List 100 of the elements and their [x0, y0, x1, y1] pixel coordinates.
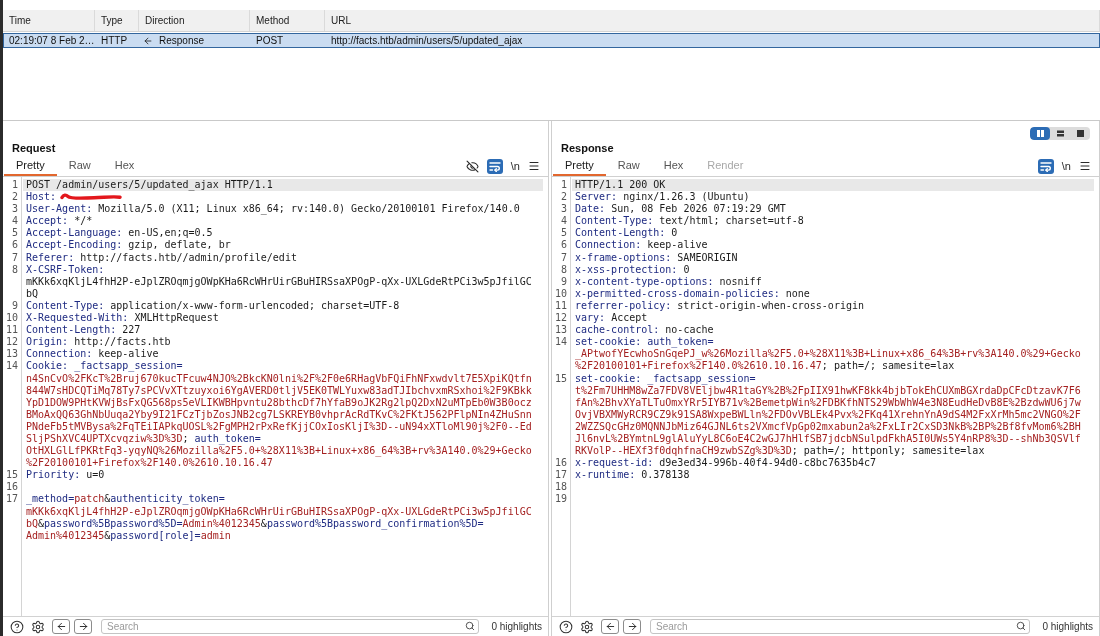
search-field[interactable]: Search — [650, 619, 1031, 634]
search-field[interactable]: Search — [101, 619, 480, 634]
line-number: 9 — [560, 275, 567, 288]
line-number: 17 — [554, 469, 567, 482]
code-line: x-content-type-options: nosniff — [575, 275, 762, 288]
code-line: OtHXLGlLfPKRtFq3-yqyNQ%26Mozilla%2F5.0+%28X11%3B+Linux+x86_64%3B+rv%3A140.0%29+Gecko — [26, 445, 532, 458]
column-header[interactable]: Type — [95, 10, 139, 31]
line-number: 3 — [11, 203, 18, 216]
arrow-right-icon — [77, 621, 89, 632]
code-line: SljPShXVC4UPTXcvqziw%3D%3D; auth_token= — [26, 432, 261, 446]
view-tab[interactable]: Raw — [56, 156, 103, 176]
arrow-left-icon — [55, 621, 67, 632]
column-header[interactable]: Method — [250, 10, 325, 31]
column-header[interactable]: Direction — [139, 10, 250, 31]
search-icon — [465, 621, 476, 631]
help-icon[interactable] — [559, 619, 573, 634]
history-row[interactable]: 02:19:07 8 Feb 2… HTTP Response POST http://facts.htb/admin/users/5/updated_ajax — [3, 33, 1100, 48]
code-line: %2F20100101+Firefox%2F140.0%2610.10.16.47; path=/; samesite=lax — [575, 360, 955, 373]
column-header[interactable]: URL — [325, 10, 1100, 31]
code-line: Referer: http://facts.htb//admin/profile/edit — [26, 251, 297, 264]
code-line: x-runtime: 0.378138 — [575, 469, 690, 482]
code-line: mKKk6xqKljL4fhH2P-eJplZROqmjgOWpKHa6RcWHrUirGBuHIRSsaXPOgP-qXx-UXLGdeRtPCi3w5pJfilGC — [26, 275, 532, 288]
settings-icon[interactable] — [31, 619, 45, 634]
code-line: x-request-id: d9e3ed34-996b-40f4-94d0-c8bc7635b4c7 — [575, 457, 877, 470]
newline-button[interactable]: \n — [510, 160, 520, 172]
two-columns-icon[interactable] — [1030, 127, 1050, 140]
code-line: BMoAxQQ63GhNbUuqa2Yby9I21FCzTjbZosJNB2cg7LSKREYB0vhprAcRdTKvC%2FKtJ562PFlpNIn4ZHuSnn — [26, 408, 532, 421]
highlight-count: 0 highlights — [491, 621, 542, 632]
newline-button[interactable]: \n — [1061, 160, 1071, 172]
code-line: %2F20100101+Firefox%2F140.0%2610.10.16.47 — [26, 457, 273, 470]
line-number: 10 — [5, 312, 18, 325]
line-number: 12 — [554, 312, 567, 325]
code-line: Date: Sun, 08 Feb 2026 07:19:29 GMT — [575, 203, 786, 216]
line-number: 17 — [5, 493, 18, 506]
code-line: Server: nginx/1.26.3 (Ubuntu) — [575, 191, 750, 204]
line-number: 7 — [11, 251, 18, 264]
forward-button[interactable] — [74, 619, 92, 634]
forward-button[interactable] — [623, 619, 641, 634]
line-number: 10 — [554, 287, 567, 300]
code-line: Jl6nvL%2BYmtnL9glAluYyL8C6oE4C2wGJ7hHlfSB7jdcbNSulpdFkhA5I0UWs5Y4nRP8%3D--shNb3QSVlf — [575, 432, 1081, 446]
wrap-lines-icon[interactable] — [1037, 158, 1054, 174]
eye-slash-icon[interactable] — [465, 159, 479, 173]
line-number: 6 — [11, 239, 18, 252]
code-line: Content-Type: text/html; charset=utf-8 — [575, 215, 804, 228]
code-line: Accept: */* — [26, 215, 93, 228]
code-line: x-xss-protection: 0 — [575, 263, 690, 276]
line-number: 14 — [554, 336, 567, 349]
code-line: Content-Type: application/x-www-form-urlencoded; charset=UTF-8 — [26, 299, 400, 313]
column-header[interactable]: Time — [3, 10, 95, 31]
code-line: 2WZZSQcGHz0MQNNJbMiz64GJNL6ts2VXmcfVpGp02mxabun2a%2FxLIr2CxSD3NkB%2BP%2Bf8fvMom6%2BH — [575, 420, 1081, 433]
code-line: n4SnCvO%2FKcT%2Bruj670kucTFcuw4NJO%2BkcKN0lni%2F%2F0e6RHagVbFQiFhNFxwdvlt7E5XpiKQtfn — [26, 372, 532, 385]
back-button[interactable] — [52, 619, 70, 634]
line-number: 14 — [5, 360, 18, 373]
line-number: 11 — [554, 299, 567, 313]
code-line: _APtwofYEcwhoSnGqePJ_w%26Mozilla%2F5.0+%28X11%3B+Linux+x86_64%3B+rv%3A140.0%29+Gecko — [575, 348, 1081, 361]
line-number: 1 — [11, 179, 18, 192]
table-cell: HTTP — [101, 34, 128, 47]
menu-icon[interactable] — [1079, 160, 1091, 172]
code-line: Connection: keep-alive — [575, 239, 708, 252]
code-line: Admin%4012345&password[role]=admin — [26, 529, 231, 542]
code-line: Accept-Language: en-US,en;q=0.5 — [26, 227, 213, 240]
line-number: 16 — [554, 457, 567, 470]
line-number: 2 — [11, 191, 18, 204]
wrap-lines-icon[interactable] — [486, 158, 503, 174]
code-line: x-frame-options: SAMEORIGIN — [575, 251, 738, 264]
code-line: vary: Accept — [575, 312, 648, 325]
settings-icon[interactable] — [580, 619, 594, 634]
line-number: 15 — [5, 469, 18, 482]
code-line: User-Agent: Mozilla/5.0 (X11; Linux x86_64; rv:140.0) Gecko/20100101 Firefox/140.0 — [26, 203, 520, 216]
code-line: Host: — [26, 191, 57, 204]
line-number: 4 — [11, 215, 18, 228]
code-line: mKKk6xqKljL4fhH2P-eJplZROqmjgOWpKHa6RcWHrUirGBuHIRSsaXPOgP-qXx-UXLGdeRtPCi3w5pJfilGC — [26, 505, 532, 518]
line-number: 19 — [554, 493, 567, 506]
line-number: 8 — [11, 263, 18, 276]
arrow-left-icon — [143, 35, 153, 46]
code-line: Content-Length: 227 — [26, 324, 141, 337]
arrow-right-icon — [626, 621, 638, 632]
code-line: cache-control: no-cache — [575, 324, 714, 337]
help-icon[interactable] — [10, 619, 24, 634]
line-number: 9 — [11, 299, 18, 313]
view-tab[interactable]: Hex — [102, 156, 147, 176]
code-line: bQ — [26, 287, 39, 300]
back-button[interactable] — [601, 619, 619, 634]
code-line: Accept-Encoding: gzip, deflate, br — [26, 239, 231, 252]
code-line: PNdeFb5tMVBysa%2FqTEiIAPkqUOSL%2FgMPH2rPxRefKjjCOxIosKljI%3D--uN94xXTloMl90j%2F0--Ed — [26, 420, 532, 433]
code-line: Origin: http://facts.htb — [26, 336, 171, 349]
line-number: 8 — [560, 263, 567, 276]
code-line: OvjVBXMWyRCR9CZ9k91SA8WxpeBWLln%2FDOvVBLEk4Pvx%2FKq41XrehnYnA9dS4M2FxXrMh5mc2VNGO%2F — [575, 408, 1081, 421]
line-number: 3 — [560, 203, 567, 216]
arrow-left-icon — [604, 621, 616, 632]
menu-icon[interactable] — [528, 160, 540, 172]
search-icon — [1016, 621, 1027, 631]
line-number: 13 — [5, 348, 18, 361]
view-tab[interactable]: Hex — [651, 156, 696, 176]
code-line: referrer-policy: strict-origin-when-cross-origin — [575, 299, 864, 313]
code-line: X-CSRF-Token: — [26, 263, 105, 276]
line-number: 5 — [560, 227, 567, 240]
code-line: Cookie: _factsapp_session= — [26, 360, 183, 373]
line-number: 12 — [5, 336, 18, 349]
view-tab[interactable]: Raw — [605, 156, 652, 176]
